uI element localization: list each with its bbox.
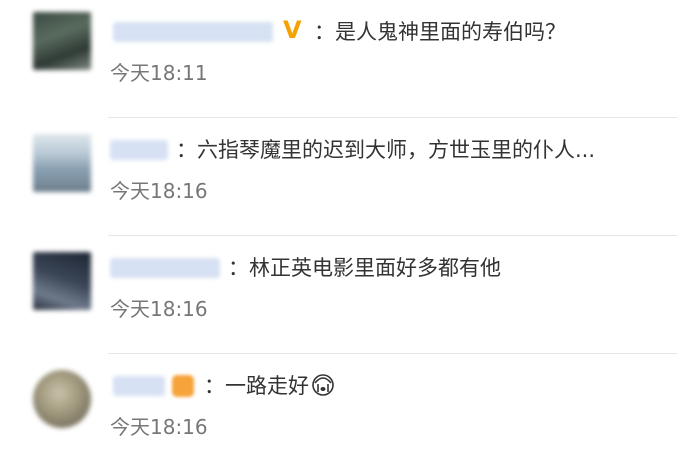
avatar[interactable] [33, 134, 91, 192]
timestamp: 今天18:16 [110, 297, 208, 321]
comment-content: 一路走好 [225, 374, 309, 398]
separator: ： [314, 20, 335, 44]
comment-item: V ：是人鬼神里面的寿伯吗？ 今天18:11 [0, 0, 677, 118]
comment-item: ：六指琴魔里的迟到大师，方世玉里的仆人... 今天18:16 [0, 118, 677, 236]
comment-text: ：是人鬼神里面的寿伯吗？ [314, 14, 566, 50]
comment-item: ：林正英电影里面好多都有他 今天18:16 [0, 236, 677, 354]
comment-item: ：一路走好 今天18:16 [0, 354, 677, 472]
separator: ： [204, 374, 225, 398]
username[interactable] [113, 376, 165, 396]
comment-content: 是人鬼神里面的寿伯吗？ [335, 20, 566, 44]
avatar[interactable] [33, 12, 91, 70]
timestamp: 今天18:16 [110, 179, 208, 203]
timestamp: 今天18:11 [110, 61, 208, 85]
comment-text: ：林正英电影里面好多都有他 [228, 250, 501, 286]
separator: ： [228, 256, 249, 280]
timestamp: 今天18:16 [110, 415, 208, 439]
vip-v-badge-icon: V [283, 16, 302, 44]
member-badge-icon [172, 375, 194, 397]
username[interactable] [110, 140, 168, 160]
username[interactable] [113, 22, 273, 42]
comment-text: ：一路走好 [204, 368, 335, 404]
comment-text: ：六指琴魔里的迟到大师，方世玉里的仆人... [176, 132, 595, 168]
separator: ： [176, 138, 197, 162]
username[interactable] [110, 258, 220, 278]
comment-content: 六指琴魔里的迟到大师，方世玉里的仆人... [197, 138, 596, 162]
avatar[interactable] [33, 252, 91, 310]
crying-emoji-icon [312, 374, 334, 396]
avatar[interactable] [33, 370, 91, 428]
comment-content: 林正英电影里面好多都有他 [249, 256, 501, 280]
